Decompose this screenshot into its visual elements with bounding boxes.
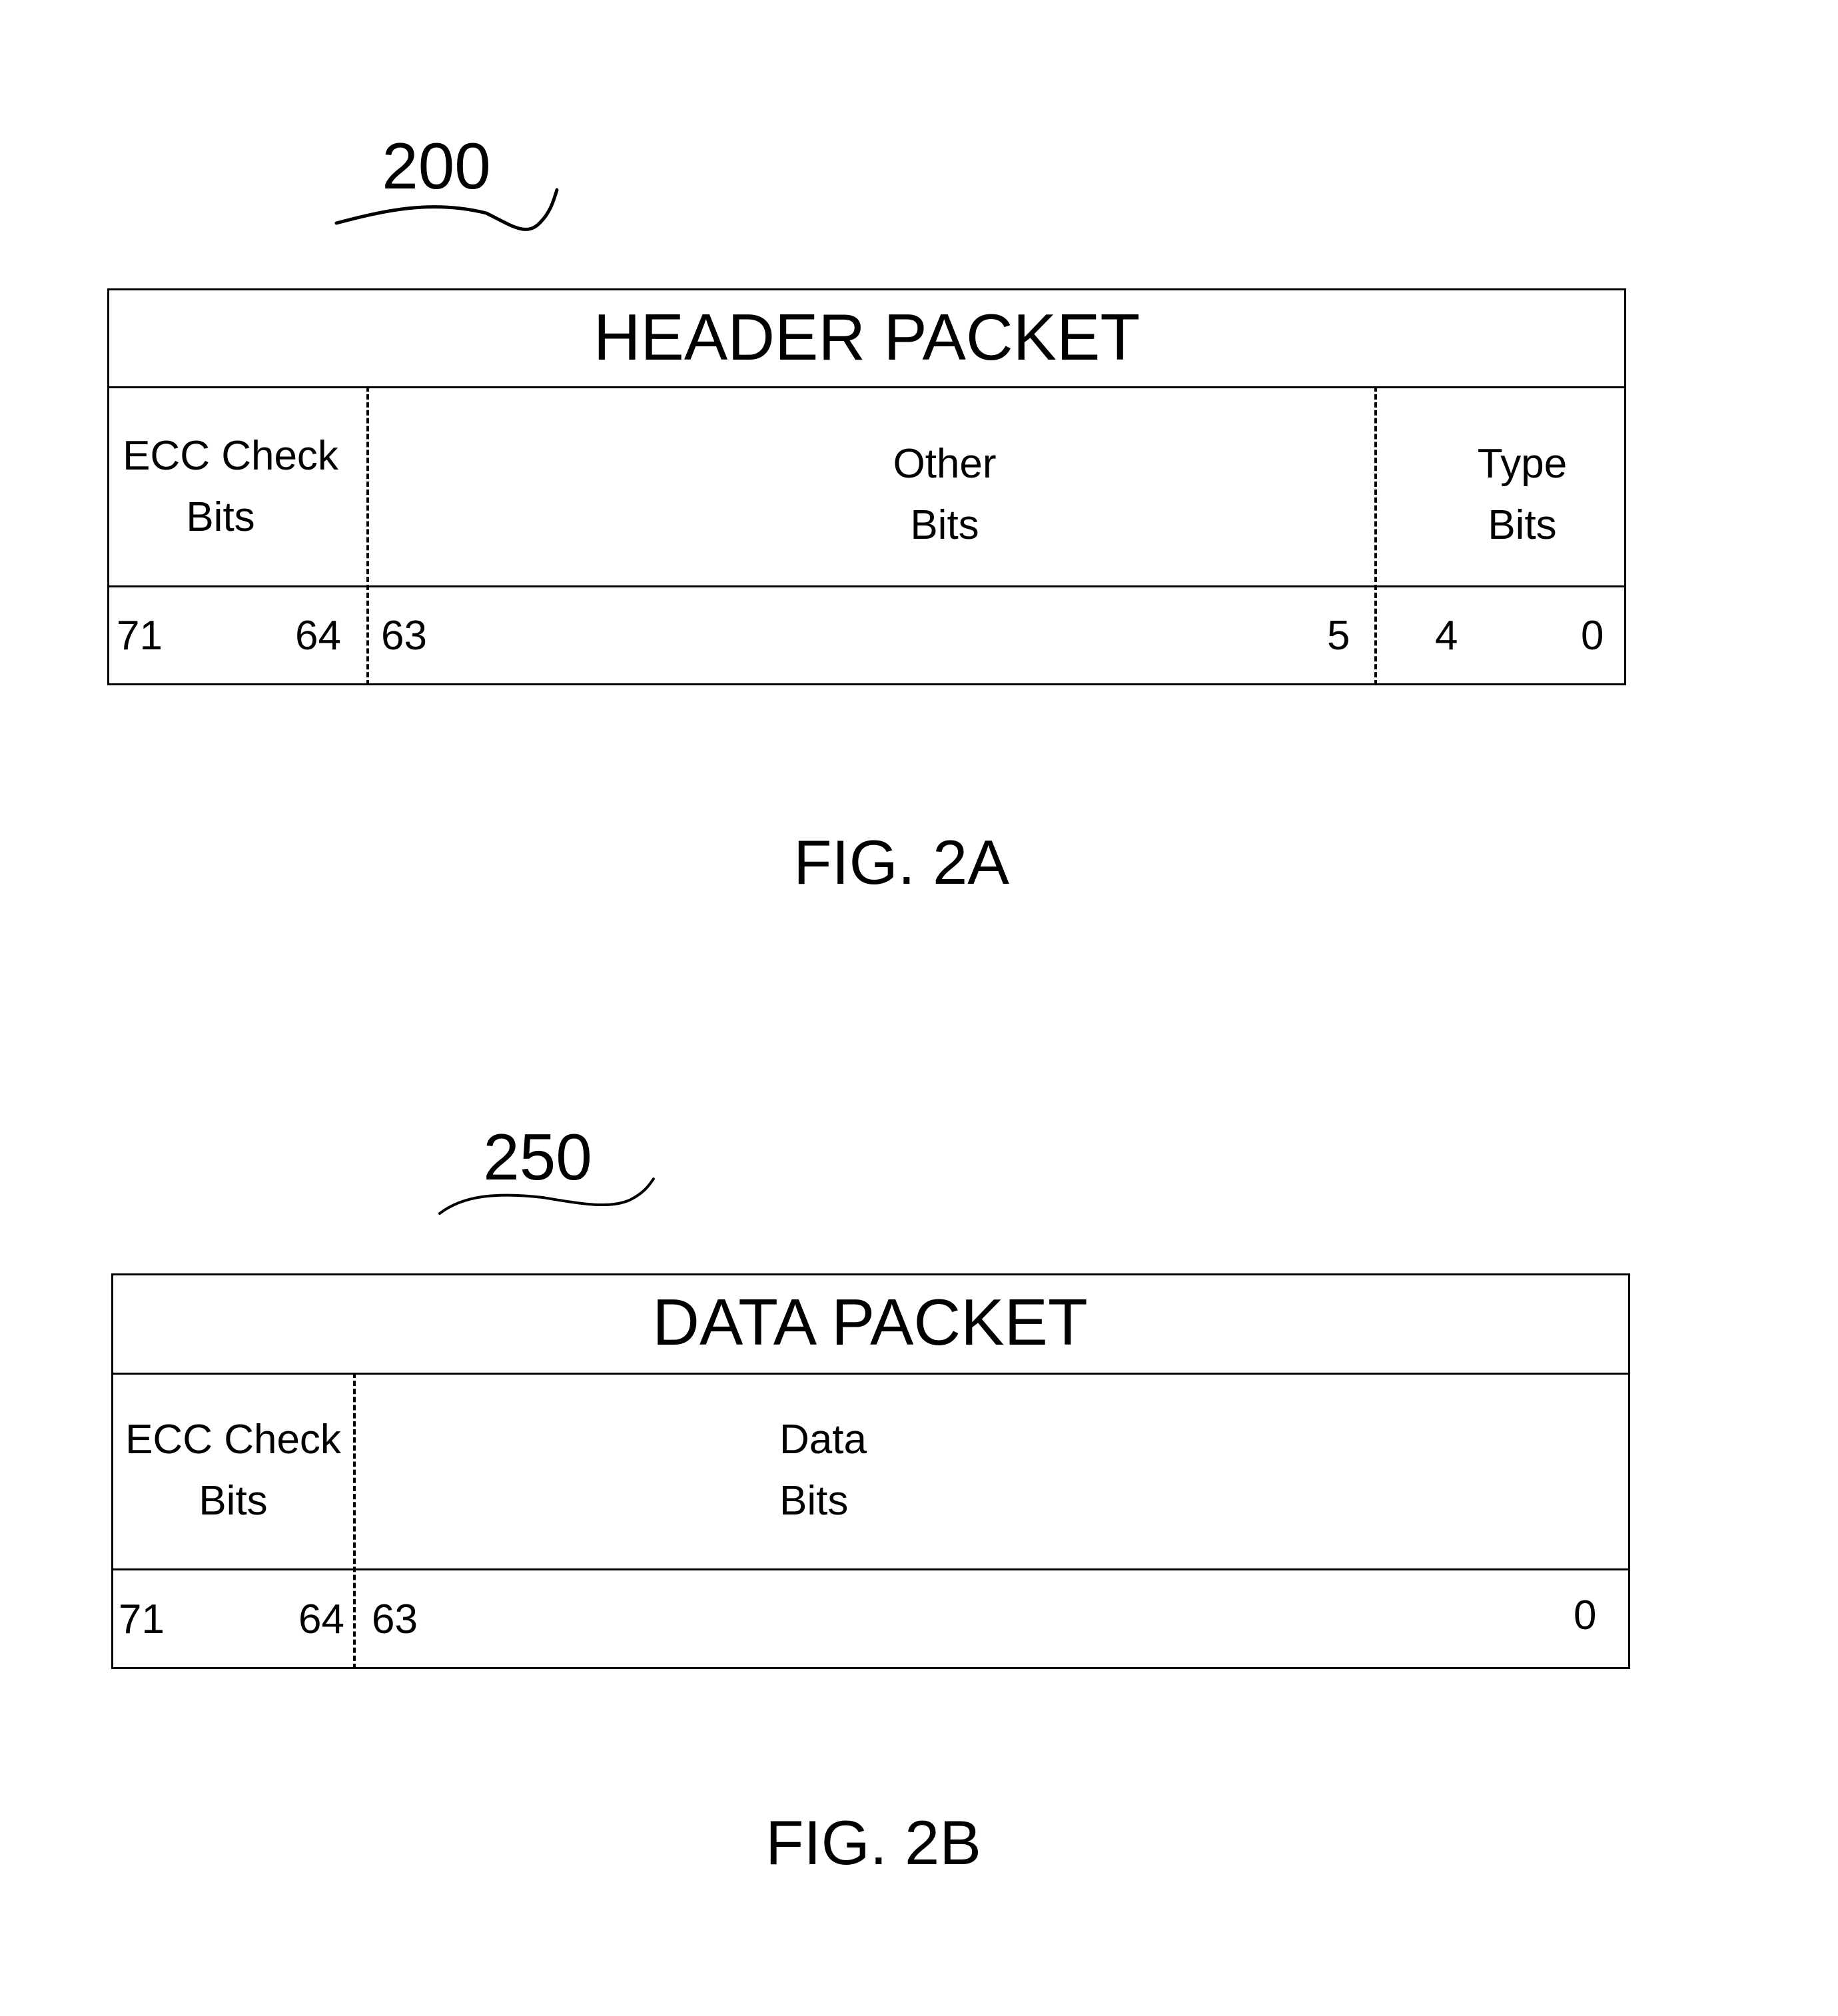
bit-index-63: 63 (372, 1596, 418, 1642)
data-packet-title: DATA PACKET (652, 1285, 1088, 1359)
field-name: ECC Check (125, 1417, 341, 1463)
field-name: Type (1477, 441, 1568, 487)
bit-index-5: 5 (1327, 613, 1350, 659)
row-divider (111, 1568, 1630, 1570)
bit-index-4: 4 (1435, 613, 1458, 659)
field-divider-other-type (1374, 386, 1377, 685)
field-name-line2: Bits (779, 1478, 849, 1524)
field-other-label: Other Bits (893, 434, 996, 556)
figure-caption-2b: FIG. 2B (765, 1808, 981, 1877)
bit-index-0: 0 (1581, 613, 1604, 659)
bit-index-71: 71 (117, 613, 163, 659)
field-data-label: Data Bits (779, 1409, 867, 1532)
field-name: ECC Check (123, 433, 338, 479)
bit-index-64: 64 (295, 613, 341, 659)
field-ecc-check-label: ECC Check Bits (123, 426, 338, 548)
bit-index-71: 71 (119, 1596, 165, 1642)
field-divider-ecc-other (366, 386, 369, 685)
field-name-line2: Bits (1488, 502, 1557, 548)
leader-line (334, 188, 559, 231)
field-name: Other (893, 441, 997, 487)
bit-index-63: 63 (381, 613, 427, 659)
field-type-label: Type Bits (1478, 434, 1567, 556)
row-divider (107, 386, 1626, 388)
bit-index-64: 64 (298, 1596, 344, 1642)
figure-caption-2a: FIG. 2A (793, 827, 1009, 897)
row-divider (111, 1373, 1630, 1375)
field-ecc-check-label: ECC Check Bits (125, 1409, 341, 1532)
leader-line (438, 1177, 655, 1215)
field-name: Data (779, 1417, 867, 1463)
field-name-line2: Bits (199, 1478, 268, 1524)
header-packet-title: HEADER PACKET (593, 300, 1141, 374)
field-divider-ecc-data (353, 1373, 356, 1669)
row-divider (107, 585, 1626, 587)
field-name-line2: Bits (186, 494, 255, 540)
field-name-line2: Bits (910, 502, 979, 548)
bit-index-0: 0 (1574, 1592, 1597, 1638)
